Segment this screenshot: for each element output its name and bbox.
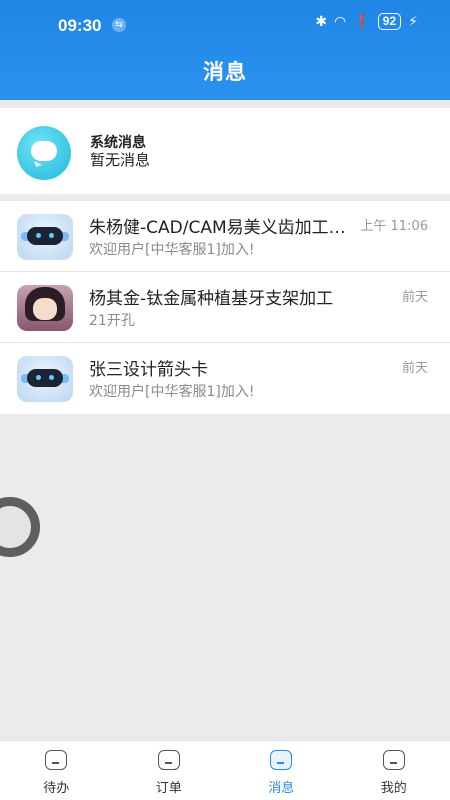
status-badge: ⇆	[112, 18, 126, 32]
messages-icon	[270, 750, 293, 770]
tab-label: 消息	[268, 781, 295, 796]
conversation-name: 张三设计箭头卡	[89, 360, 208, 380]
tab-profile[interactable]: 我的	[338, 741, 450, 800]
alert-icon: ❗	[353, 13, 371, 30]
bluetooth-icon: ✱	[315, 13, 328, 30]
bottom-tab-bar: 待办 订单 消息 我的	[0, 740, 450, 800]
system-message-subtitle: 暂无消息	[90, 151, 151, 169]
app-header: 09:30 ⇆ ✱ ◠ ❗ 92 ⚡ 消息	[0, 0, 450, 100]
avatar	[17, 214, 73, 260]
page-title: 消息	[203, 60, 247, 84]
tab-messages[interactable]: 消息	[225, 741, 338, 800]
avatar	[17, 356, 73, 402]
tab-orders[interactable]: 订单	[113, 741, 226, 800]
tab-label: 待办	[43, 781, 70, 796]
tab-label: 订单	[155, 781, 182, 796]
conversation-item[interactable]: 杨其金-钛金属种植基牙支架加工 21开孔 前天	[0, 272, 450, 342]
conversation-name: 朱杨健-CAD/CAM易美义齿加工中心	[89, 218, 351, 238]
charging-icon: ⚡	[408, 13, 418, 30]
chat-bubble-icon	[17, 126, 71, 180]
conversation-time: 前天	[401, 290, 428, 305]
status-time: 09:30	[58, 16, 102, 35]
profile-icon	[382, 750, 405, 770]
conversation-preview: 欢迎用户[中华客服1]加入!	[89, 242, 255, 258]
conversation-preview: 欢迎用户[中华客服1]加入!	[89, 384, 255, 400]
conversation-item[interactable]: 朱杨健-CAD/CAM易美义齿加工中心 欢迎用户[中华客服1]加入! 上午 11…	[0, 201, 450, 271]
conversation-preview: 21开孔	[89, 313, 135, 329]
todo-icon	[45, 750, 68, 770]
conversation-time: 前天	[401, 361, 428, 376]
battery-indicator: 92	[377, 13, 402, 30]
conversation-time: 上午 11:06	[360, 219, 428, 234]
conversation-name: 杨其金-钛金属种植基牙支架加工	[89, 289, 334, 309]
conversation-item[interactable]: 张三设计箭头卡 欢迎用户[中华客服1]加入! 前天	[0, 343, 450, 413]
wifi-icon: ◠	[334, 13, 347, 30]
status-bar: 09:30 ⇆ ✱ ◠ ❗ 92 ⚡	[0, 0, 450, 46]
conversation-list: 朱杨健-CAD/CAM易美义齿加工中心 欢迎用户[中华客服1]加入! 上午 11…	[0, 201, 450, 414]
avatar	[17, 285, 73, 331]
tab-todo[interactable]: 待办	[0, 741, 113, 800]
system-message-item[interactable]: 系统消息 暂无消息	[0, 108, 450, 194]
tab-label: 我的	[380, 781, 407, 796]
floating-assist-button[interactable]	[0, 497, 40, 557]
orders-icon	[157, 750, 180, 770]
